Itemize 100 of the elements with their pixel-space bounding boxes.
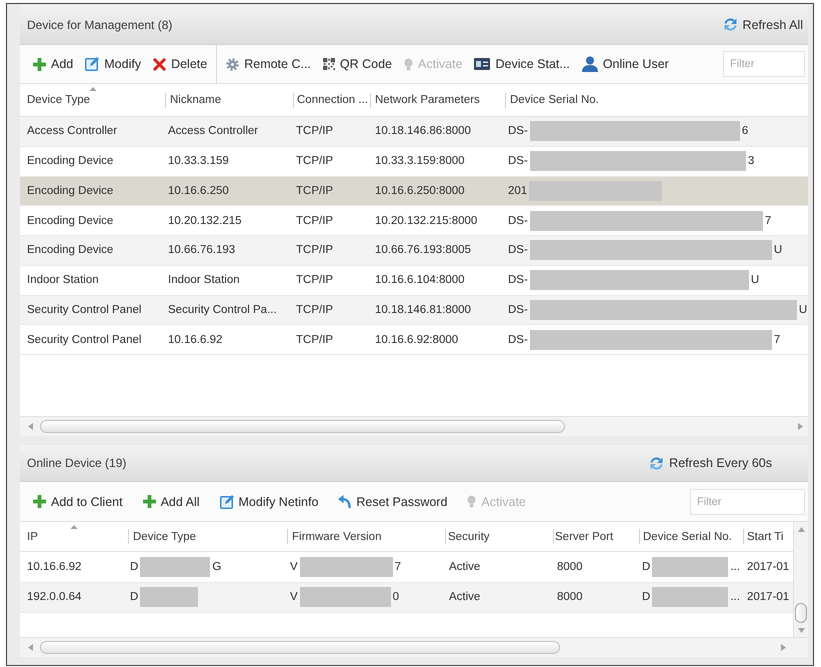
light-bulb-icon <box>467 495 476 508</box>
x-icon <box>153 58 166 70</box>
toolbar-button[interactable]: Modify <box>85 57 142 71</box>
toolbar-button[interactable]: Reset Password <box>338 494 448 508</box>
toolbar-button[interactable]: Delete <box>153 57 208 71</box>
toolbar-button[interactable]: Add All <box>142 494 200 508</box>
security-status: Active <box>449 560 480 573</box>
firmware-version-end: 7 <box>394 560 402 573</box>
scrollbar-thumb[interactable] <box>795 603 807 623</box>
sort-indicator-icon <box>89 87 96 91</box>
scrollbar-thumb[interactable] <box>40 641 560 654</box>
toolbar-button[interactable]: Online User <box>582 56 669 72</box>
connection-type: TCP/IP <box>296 274 334 286</box>
refresh-icon <box>722 17 738 32</box>
device-type: Indoor Station <box>27 274 99 286</box>
down-arrow-icon[interactable] <box>798 628 804 633</box>
device-type-end: G <box>212 560 222 573</box>
refresh-icon <box>649 456 664 470</box>
nickname: 10.33.3.159 <box>168 155 229 168</box>
nickname: Access Controller <box>168 125 258 138</box>
undo-arrow-icon <box>338 495 352 508</box>
serial-number-start: DS- <box>508 304 528 316</box>
sort-indicator-icon <box>70 525 78 529</box>
left-arrow-icon[interactable] <box>28 423 33 430</box>
server-port: 8000 <box>557 560 583 573</box>
nickname: 10.20.132.215 <box>168 214 242 227</box>
network-address: 10.20.132.215:8000 <box>375 214 478 227</box>
serial-number-end: ... <box>730 591 740 604</box>
toolbar-button[interactable]: Remote C... <box>226 57 311 71</box>
card-icon <box>474 58 490 70</box>
table-row[interactable]: 192.0.0.64 D V 0 Active 8000 D ... 2017-01 <box>20 582 793 613</box>
serial-number-end: 7 <box>764 214 772 227</box>
device-type-start: D <box>130 560 138 573</box>
device-type: Access Controller <box>27 125 118 138</box>
connection-type: TCP/IP <box>296 334 334 346</box>
refresh-button[interactable]: Refresh Every 60s <box>649 456 772 470</box>
plus-icon <box>33 495 46 508</box>
plus-icon <box>142 495 156 508</box>
firmware-version-end: 0 <box>392 591 400 604</box>
connection-type: TCP/IP <box>296 155 334 168</box>
device-type: Encoding Device <box>27 244 114 256</box>
start-time: 2017-01 <box>747 560 790 573</box>
panel-title: Device for Management (8) <box>27 18 172 32</box>
toolbar-button[interactable]: Add to Client <box>33 494 123 508</box>
firmware-version-start: V <box>290 591 298 604</box>
nickname: 10.66.76.193 <box>168 244 236 256</box>
column-header[interactable]: Device Type <box>20 84 165 116</box>
serial-number-start: 201 <box>508 184 528 197</box>
table-row[interactable]: Encoding Device 10.66.76.193 TCP/IP 10.66.76.193:8005 DS- U <box>20 236 808 266</box>
table-row[interactable]: Access Controller Access Controller TCP/IP 10.18.146.86:8000 DS- 6 <box>20 117 808 147</box>
redaction-bar <box>140 587 198 608</box>
edit-icon <box>85 57 100 71</box>
serial-number-start: DS- <box>508 334 528 346</box>
serial-number-end: 6 <box>742 125 748 138</box>
horizontal-scrollbar[interactable] <box>20 416 808 436</box>
server-port: 8000 <box>557 591 583 604</box>
up-arrow-icon[interactable] <box>798 527 804 532</box>
serial-number-start: DS- <box>508 155 528 168</box>
toolbar-button[interactable]: Modify Netinfo <box>220 494 318 508</box>
edit-icon <box>220 494 234 508</box>
serial-number-end: U <box>750 274 760 286</box>
serial-number-end: U <box>774 244 782 256</box>
nickname: 10.16.6.92 <box>168 334 222 346</box>
qr-code-icon <box>322 58 335 70</box>
serial-number-end: ... <box>730 560 740 573</box>
filter-field[interactable]: Filter <box>690 488 805 514</box>
serial-number-end: U <box>798 304 808 316</box>
ip-address: 10.16.6.92 <box>27 560 82 573</box>
network-address: 10.18.146.86:8000 <box>375 125 471 138</box>
device-type: Security Control Panel <box>27 304 142 316</box>
toolbar-button[interactable]: Add <box>33 57 74 71</box>
ip-address: 192.0.0.64 <box>27 591 82 604</box>
toolbar-button[interactable]: QR Code <box>322 57 392 71</box>
serial-number-start: D <box>642 591 650 604</box>
serial-number-start: DS- <box>508 244 528 256</box>
connection-type: TCP/IP <box>296 125 334 138</box>
network-address: 10.33.3.159:8000 <box>375 155 465 168</box>
scrollbar-thumb[interactable] <box>40 420 565 433</box>
nickname: Indoor Station <box>168 274 240 286</box>
filter-field[interactable]: Filter <box>723 51 805 77</box>
toolbar-button[interactable]: Device Stat... <box>474 57 570 71</box>
panel-title: Online Device (19) <box>27 456 126 470</box>
column-header[interactable]: IP <box>20 522 128 551</box>
firmware-version-start: V <box>290 560 298 573</box>
plus-icon <box>33 58 46 70</box>
serial-number-end: 3 <box>748 155 754 168</box>
serial-number-start: D <box>642 560 650 573</box>
horizontal-scrollbar[interactable] <box>20 637 808 657</box>
device-type-start: D <box>130 591 138 604</box>
table-row[interactable]: Security Control Panel Security Control Pa... TCP/IP 10.18.146.81:8000 DS- U <box>20 296 808 326</box>
refresh-button[interactable]: Refresh All <box>722 17 803 32</box>
serial-number-start: DS- <box>508 125 528 138</box>
connection-type: TCP/IP <box>296 184 334 197</box>
left-arrow-icon[interactable] <box>28 644 33 651</box>
table-row[interactable]: Encoding Device 10.16.6.250 TCP/IP 10.16.6.250:8000 201 <box>20 176 808 206</box>
right-arrow-icon[interactable] <box>781 644 786 651</box>
light-bulb-icon <box>404 58 414 70</box>
vertical-scrollbar[interactable] <box>793 522 808 637</box>
nickname: 10.16.6.250 <box>168 184 229 197</box>
right-arrow-icon[interactable] <box>798 423 803 430</box>
